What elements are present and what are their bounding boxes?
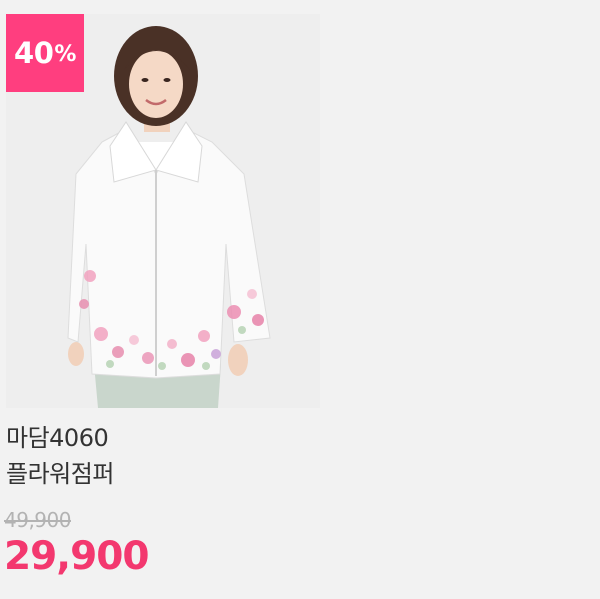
brand-name[interactable]: 마담4060 [6,423,109,453]
product-name[interactable]: 플라워점퍼 [6,459,114,489]
original-price: 49,900 [4,508,71,532]
sale-price: 29,900 [4,534,149,579]
discount-badge: 40% [6,14,84,92]
discount-unit: % [54,42,76,67]
product-card[interactable]: 40% 마담4060 플라워점퍼 49,900 29,900 [0,0,600,599]
discount-value: 40 [14,36,54,70]
